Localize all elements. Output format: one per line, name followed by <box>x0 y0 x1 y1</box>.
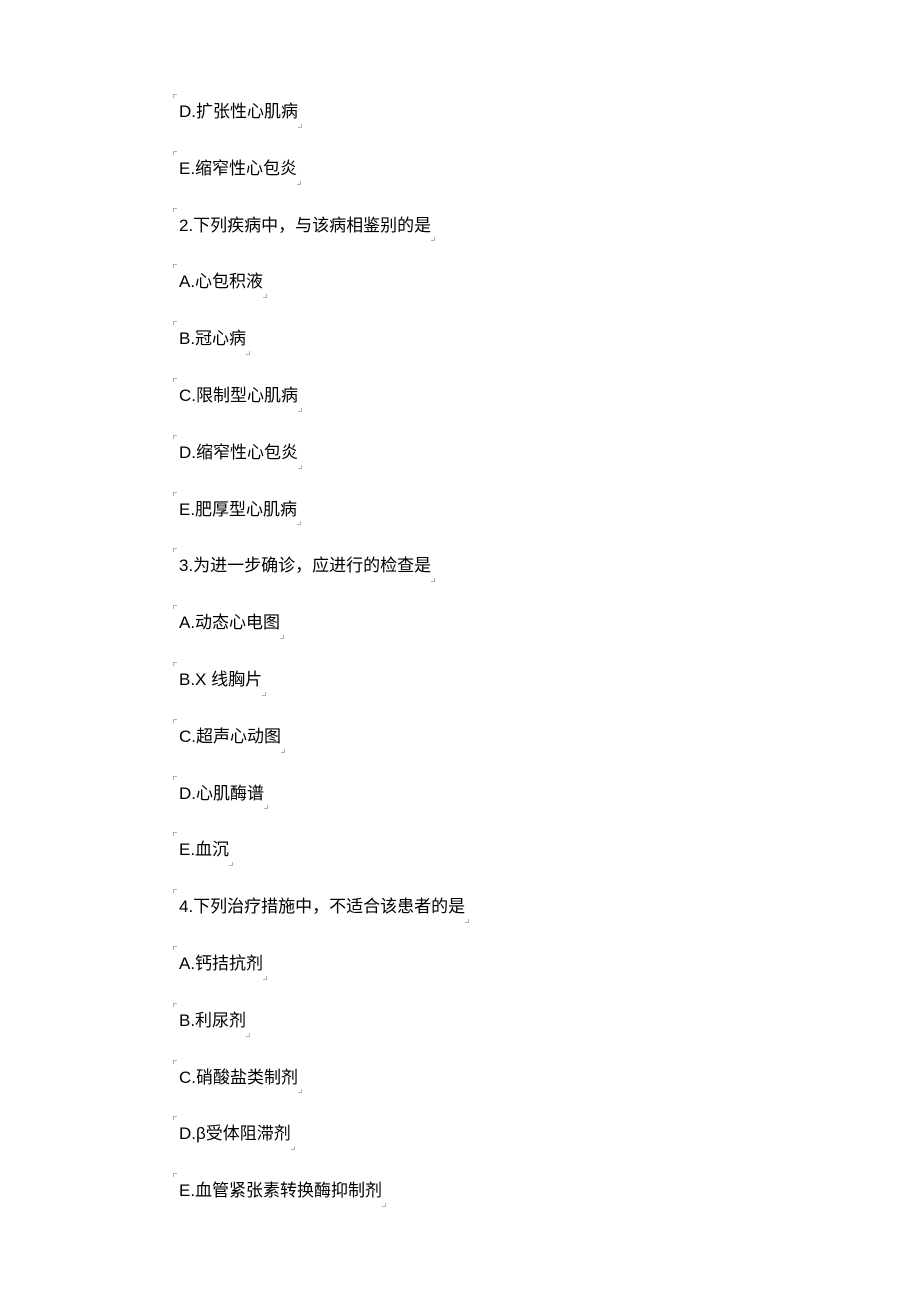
text-line: D.缩窄性心包炎 <box>179 441 298 465</box>
text-line: E.血管紧张素转换酶抑制剂 <box>179 1179 382 1203</box>
corner-mark-icon <box>173 889 177 893</box>
corner-mark-icon <box>298 408 302 412</box>
corner-mark-icon <box>264 805 268 809</box>
corner-mark-icon <box>173 832 177 836</box>
corner-mark-icon <box>173 1116 177 1120</box>
text-line: B.利尿剂 <box>179 1009 246 1033</box>
corner-mark-icon <box>173 1003 177 1007</box>
corner-mark-icon <box>173 435 177 439</box>
text-line: C.硝酸盐类制剂 <box>179 1066 298 1090</box>
corner-mark-icon <box>173 208 177 212</box>
text-line: D.心肌酶谱 <box>179 782 264 806</box>
text-line: A.动态心电图 <box>179 611 280 635</box>
text-line: 4.下列治疗措施中，不适合该患者的是 <box>179 895 465 919</box>
corner-mark-icon <box>173 662 177 666</box>
corner-mark-icon <box>173 776 177 780</box>
corner-mark-icon <box>262 692 266 696</box>
text-line: C.限制型心肌病 <box>179 384 298 408</box>
corner-mark-icon <box>465 919 469 923</box>
corner-mark-icon <box>431 578 435 582</box>
corner-mark-icon <box>246 1033 250 1037</box>
corner-mark-icon <box>173 1173 177 1177</box>
corner-mark-icon <box>173 548 177 552</box>
corner-mark-icon <box>281 749 285 753</box>
text-line: E.肥厚型心肌病 <box>179 498 297 522</box>
document-content: D.扩张性心肌病 E.缩窄性心包炎 2.下列疾病中，与该病相鉴别的是 A.心包积… <box>179 100 920 1236</box>
corner-mark-icon <box>173 1060 177 1064</box>
corner-mark-icon <box>246 351 250 355</box>
text-line: D.扩张性心肌病 <box>179 100 298 124</box>
corner-mark-icon <box>263 976 267 980</box>
corner-mark-icon <box>298 1089 302 1093</box>
corner-mark-icon <box>263 294 267 298</box>
corner-mark-icon <box>173 378 177 382</box>
text-line: 3.为进一步确诊，应进行的检查是 <box>179 554 431 578</box>
corner-mark-icon <box>297 521 301 525</box>
corner-mark-icon <box>229 862 233 866</box>
corner-mark-icon <box>297 181 301 185</box>
corner-mark-icon <box>173 321 177 325</box>
text-line: E.缩窄性心包炎 <box>179 157 297 181</box>
text-line: B.冠心病 <box>179 327 246 351</box>
corner-mark-icon <box>173 94 177 98</box>
text-line: A.钙拮抗剂 <box>179 952 263 976</box>
corner-mark-icon <box>173 605 177 609</box>
corner-mark-icon <box>298 124 302 128</box>
text-line: A.心包积液 <box>179 270 263 294</box>
corner-mark-icon <box>173 719 177 723</box>
text-line: C.超声心动图 <box>179 725 281 749</box>
corner-mark-icon <box>173 151 177 155</box>
corner-mark-icon <box>280 635 284 639</box>
corner-mark-icon <box>173 946 177 950</box>
text-line: E.血沉 <box>179 838 229 862</box>
corner-mark-icon <box>173 492 177 496</box>
text-line: B.X 线胸片 <box>179 668 262 692</box>
corner-mark-icon <box>173 264 177 268</box>
corner-mark-icon <box>291 1146 295 1150</box>
corner-mark-icon <box>382 1203 386 1207</box>
text-line: 2.下列疾病中，与该病相鉴别的是 <box>179 214 431 238</box>
corner-mark-icon <box>431 237 435 241</box>
corner-mark-icon <box>298 465 302 469</box>
text-line: D.β受体阻滞剂 <box>179 1122 291 1146</box>
